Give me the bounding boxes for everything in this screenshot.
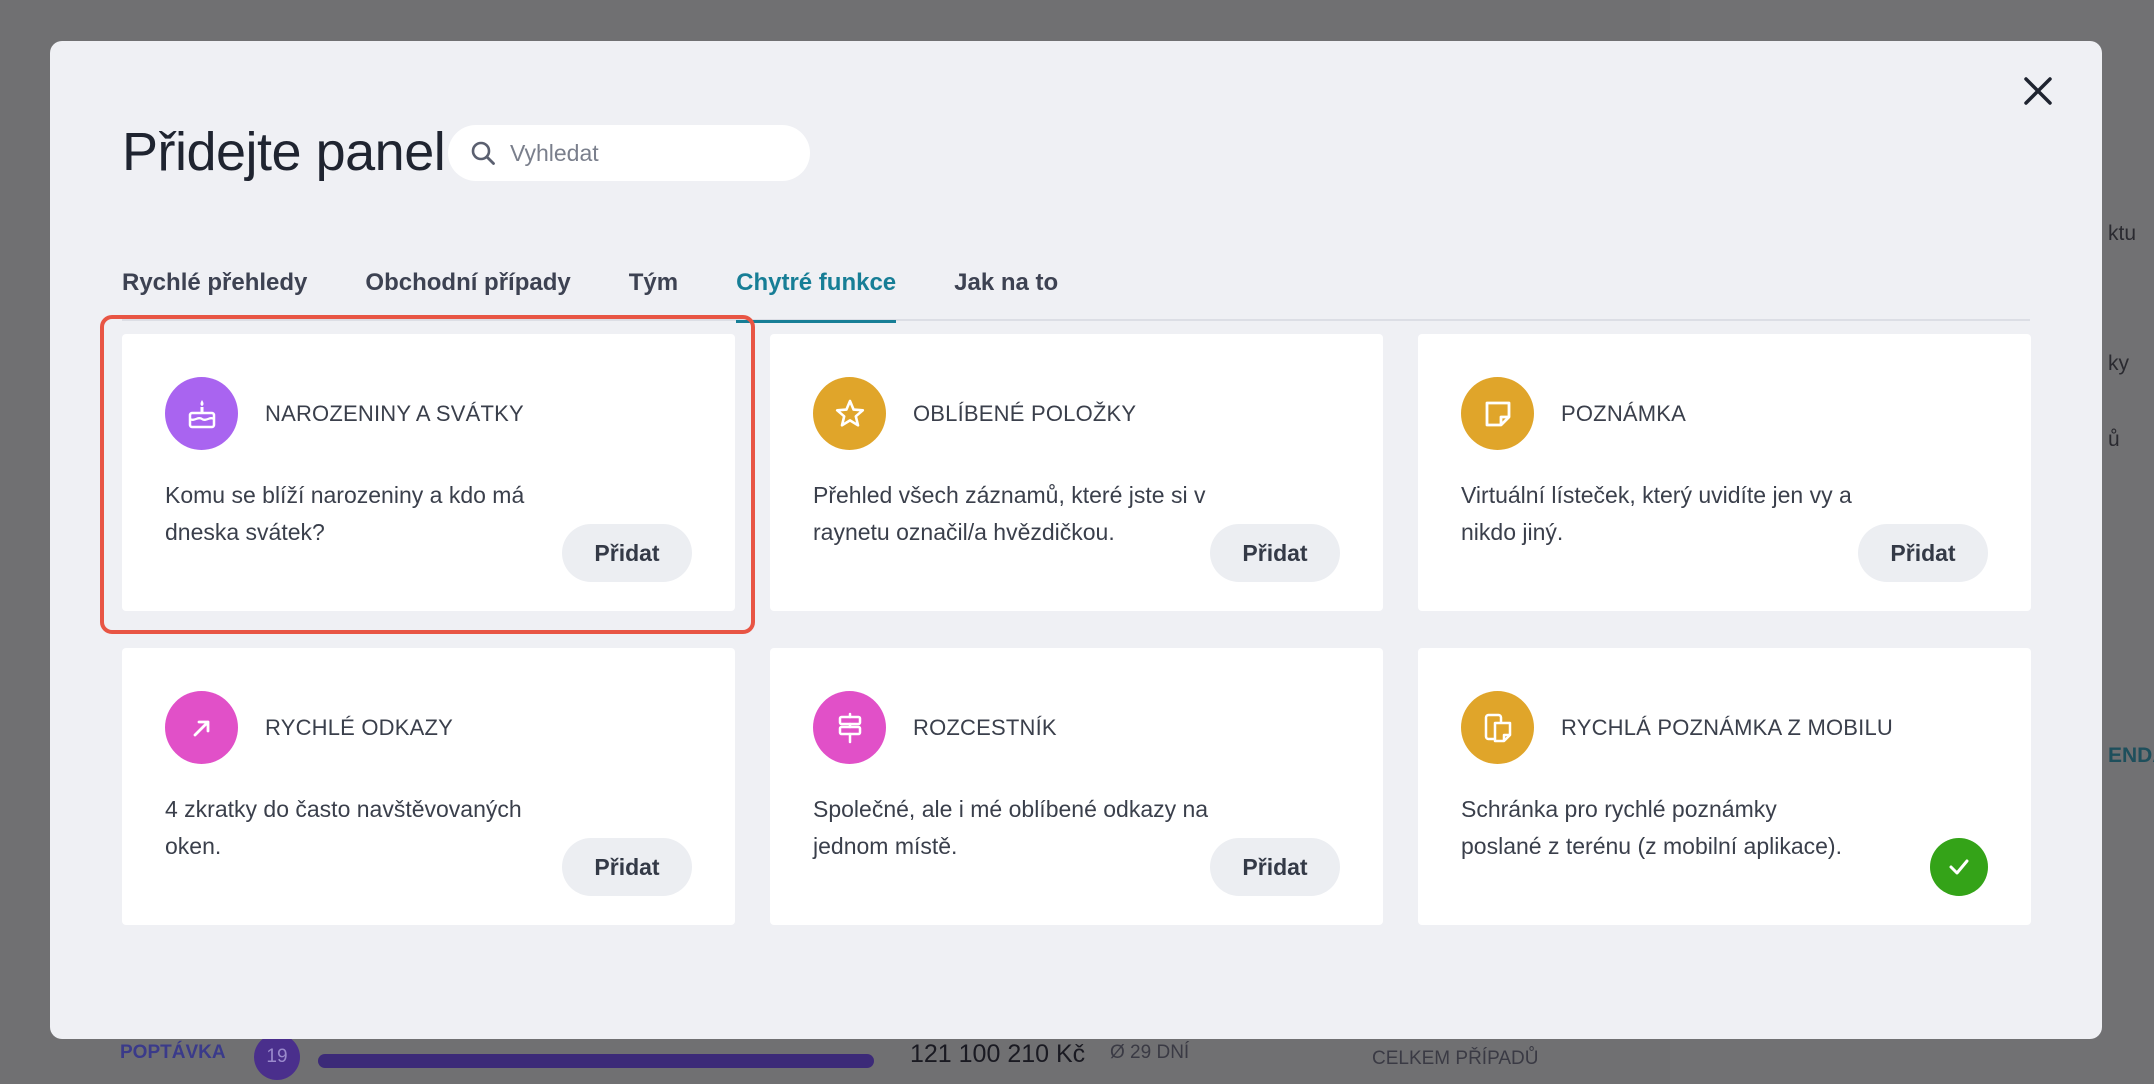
background-pipeline-bar — [318, 1054, 874, 1068]
card-description: Společné, ale i mé oblíbené odkazy na je… — [813, 796, 1209, 859]
background-side-text: ktu — [2108, 222, 2137, 245]
card-icon-badge — [165, 377, 238, 450]
background-pipeline-total: CELKEM PŘÍPADŮ — [1372, 1048, 1539, 1069]
card-rychle-odkazy: RYCHLÉ ODKAZY 4 zkratky do často navštěv… — [122, 648, 735, 925]
card-title: POZNÁMKA — [1561, 401, 1687, 426]
card-rozcestnik: ROZCESTNÍK Společné, ale i mé oblíbené o… — [770, 648, 1383, 925]
note-icon — [1485, 401, 1510, 426]
background-side-text: ENDÁ — [2108, 744, 2154, 767]
signpost-icon — [838, 712, 861, 743]
add-button[interactable]: Přidat — [562, 838, 692, 896]
add-button[interactable]: Přidat — [1210, 524, 1340, 582]
background-pipeline-days: Ø 29 DNÍ — [1110, 1042, 1190, 1063]
close-icon — [2024, 77, 2052, 105]
card-title: RYCHLÉ ODKAZY — [265, 715, 454, 740]
card-title: RYCHLÁ POZNÁMKA Z MOBILU — [1561, 715, 1894, 740]
add-button[interactable]: Přidat — [1858, 524, 1988, 582]
add-button[interactable]: Přidat — [1210, 838, 1340, 896]
mobile-note-icon — [1484, 713, 1511, 742]
search-icon — [471, 141, 495, 165]
card-icon-badge — [1461, 377, 1534, 450]
cake-icon — [188, 399, 215, 428]
background-pipeline-label: POPTÁVKA — [120, 1042, 226, 1063]
tab-jak-na-to[interactable]: Jak na to — [954, 263, 1058, 321]
tab-bar: Rychlé přehledy Obchodní případy Tým Chy… — [122, 263, 2030, 323]
card-rychla-poznamka-z-mobilu: RYCHLÁ POZNÁMKA Z MOBILU Schránka pro ry… — [1418, 648, 2031, 925]
add-button[interactable]: Přidat — [562, 524, 692, 582]
card-description: Přehled všech záznamů, které jste si v r… — [813, 482, 1206, 545]
card-icon-badge — [1461, 691, 1534, 764]
modal-title: Přidejte panel — [122, 122, 446, 182]
card-description: Schránka pro rychlé poznámky poslané z t… — [1461, 796, 1842, 859]
background-side-text: ů — [2108, 428, 2120, 451]
card-description: Virtuální lísteček, který uvidíte jen vy… — [1461, 482, 1852, 545]
added-badge — [1930, 838, 1988, 896]
tab-obchodni-pripady[interactable]: Obchodní případy — [365, 263, 570, 321]
card-icon-badge — [813, 691, 886, 764]
card-oblibene-polozky: OBLÍBENÉ POLOŽKY Přehled všech záznamů, … — [770, 334, 1383, 611]
check-icon — [1949, 859, 1969, 875]
tab-chytre-funkce[interactable]: Chytré funkce — [736, 263, 897, 323]
background-pipeline-amount: 121 100 210 Kč — [910, 1040, 1086, 1068]
card-title: ROZCESTNÍK — [913, 715, 1057, 740]
card-description: 4 zkratky do často navštěvovaných oken. — [165, 796, 522, 859]
close-button[interactable] — [2012, 65, 2064, 117]
search-input[interactable] — [510, 139, 790, 167]
card-title: NAROZENINY A SVÁTKY — [265, 401, 524, 426]
tab-rychle-prehledy[interactable]: Rychlé přehledy — [122, 263, 307, 321]
card-description: Komu se blíží narozeniny a kdo má dneska… — [165, 482, 525, 545]
card-icon-badge — [165, 691, 238, 764]
card-icon-badge — [813, 377, 886, 450]
card-narozeniny: NAROZENINY A SVÁTKY Komu se blíží naroze… — [122, 334, 735, 611]
background-count-text: 19 — [266, 1046, 288, 1067]
background-side-text: ky — [2108, 352, 2129, 375]
arrow-up-right-icon — [193, 720, 209, 736]
background-pipeline-count: 19 — [254, 1034, 300, 1080]
search-box[interactable] — [448, 125, 810, 181]
star-icon — [835, 399, 864, 427]
card-poznamka: POZNÁMKA Virtuální lísteček, který uvidí… — [1418, 334, 2031, 611]
add-panel-modal: Přidejte panel Rychlé přehledy Obchodní … — [50, 41, 2102, 1039]
card-title: OBLÍBENÉ POLOŽKY — [913, 401, 1137, 426]
tab-tym[interactable]: Tým — [629, 263, 678, 321]
